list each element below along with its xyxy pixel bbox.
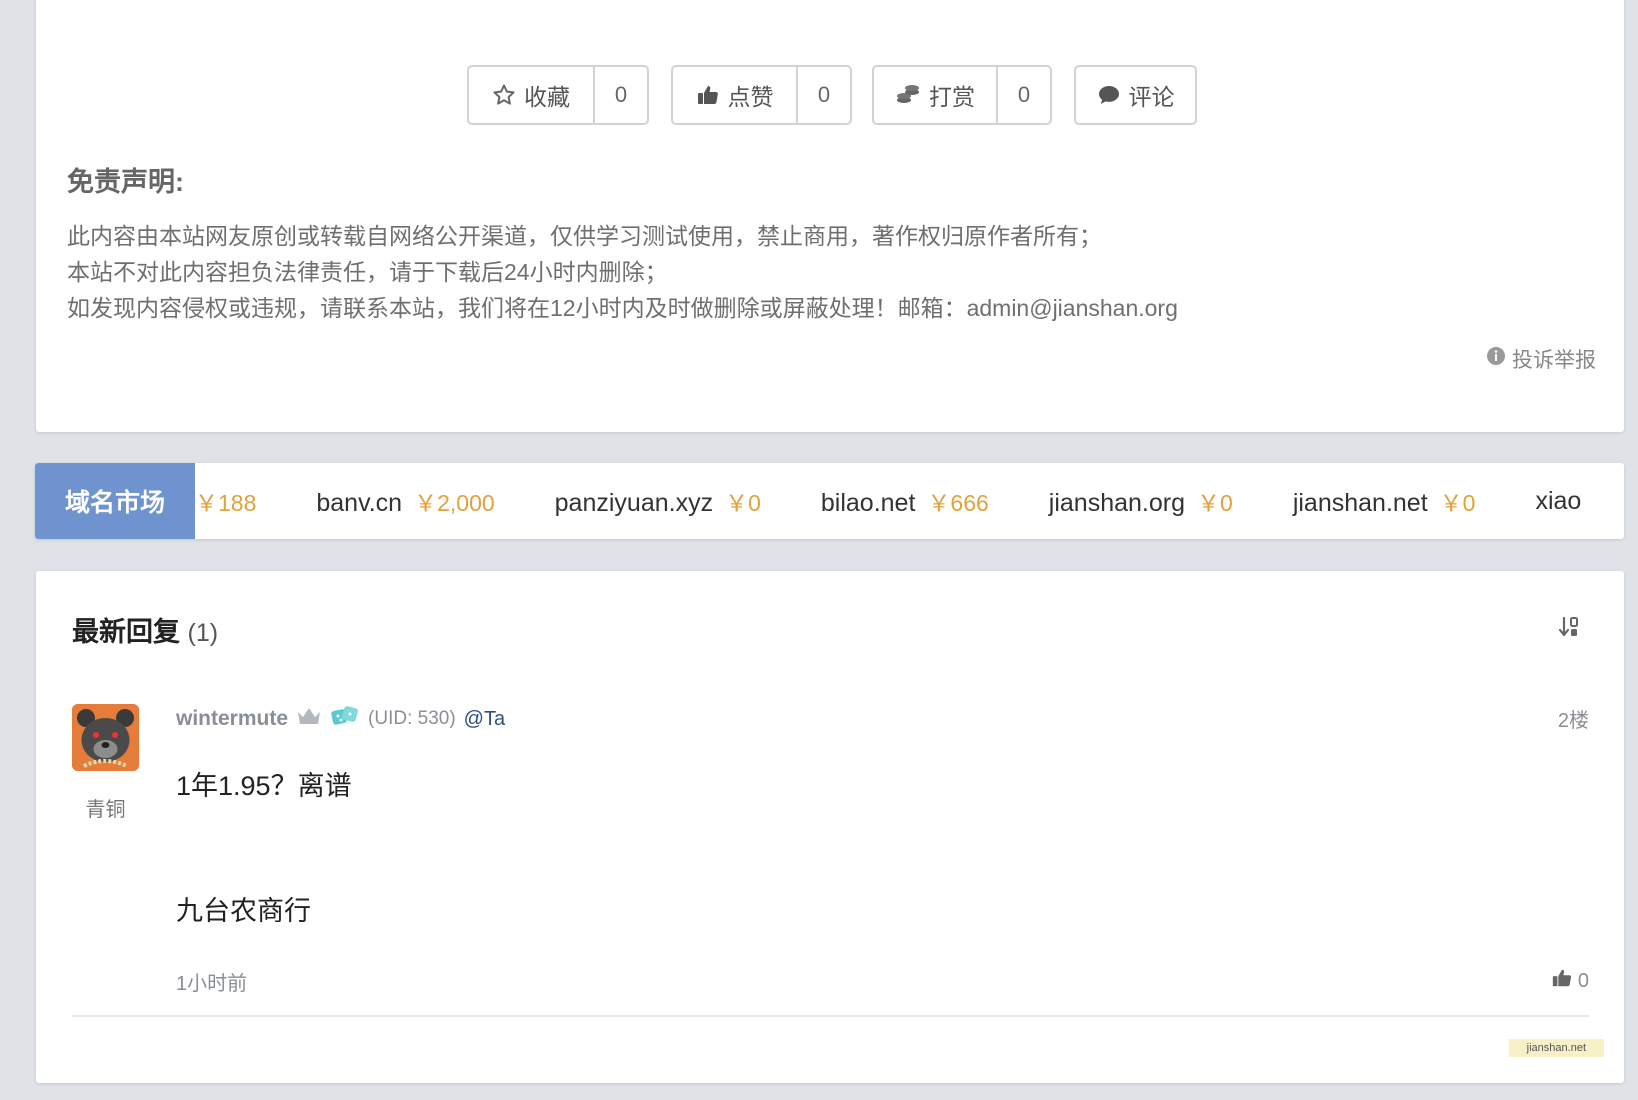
favorite-main[interactable]: 收藏 bbox=[469, 67, 593, 123]
report-link[interactable]: 投诉举报 bbox=[1486, 344, 1596, 374]
domain-price: ￥2,000 bbox=[414, 490, 495, 516]
star-icon bbox=[492, 83, 516, 107]
speech-bubble-icon bbox=[1097, 83, 1121, 107]
like-main[interactable]: 点赞 bbox=[673, 67, 796, 123]
comment-button[interactable]: 评论 bbox=[1074, 65, 1197, 125]
disclaimer-line: 本站不对此内容担负法律责任，请于下载后24小时内删除； bbox=[67, 259, 668, 285]
info-icon bbox=[1486, 346, 1506, 372]
replies-count: (1) bbox=[187, 619, 219, 647]
domain-item[interactable]: xiao bbox=[1535, 487, 1581, 516]
domain-item[interactable]: banv.cn ￥2,000 bbox=[316, 484, 494, 518]
avatar[interactable] bbox=[72, 704, 139, 771]
like-count: 0 bbox=[796, 67, 850, 123]
user-uid: (UID: 530) bbox=[368, 708, 456, 729]
tip-label: 打赏 bbox=[929, 84, 975, 110]
reply-like-count: 0 bbox=[1577, 969, 1589, 992]
coins-icon bbox=[895, 83, 921, 107]
domain-name: panziyuan.xyz bbox=[554, 489, 714, 517]
user-rank: 青铜 bbox=[85, 799, 126, 821]
domain-item[interactable]: ￥188 bbox=[195, 484, 256, 518]
reply-user-line: wintermute (UID: 530) @Ta bbox=[176, 704, 505, 734]
disclaimer-title: 免责声明: bbox=[67, 167, 184, 197]
domain-price: ￥666 bbox=[927, 490, 989, 516]
domain-name: xiao bbox=[1535, 486, 1582, 515]
replies-card: 最新回复 (1) 青铜 wintermute (UID: 530) @Ta 2楼… bbox=[36, 571, 1624, 1083]
watermark: jianshan.net bbox=[1508, 1039, 1604, 1057]
thumbs-up-icon bbox=[696, 83, 720, 107]
like-button[interactable]: 点赞 0 bbox=[671, 65, 852, 125]
reply-content-line: 九台农商行 bbox=[176, 896, 311, 926]
domain-name: banv.cn bbox=[316, 489, 403, 517]
domain-ticker: ￥188 banv.cn ￥2,000 panziyuan.xyz ￥0 bil… bbox=[195, 463, 1624, 539]
domain-market-label: 域名市场 bbox=[35, 463, 195, 539]
like-label: 点赞 bbox=[727, 84, 774, 110]
floor-number: 2楼 bbox=[1557, 710, 1589, 732]
comment-label: 评论 bbox=[1128, 84, 1175, 110]
domain-price: ￥0 bbox=[1439, 490, 1476, 516]
reply-divider bbox=[72, 1015, 1589, 1017]
article-footer-card: 收藏 0 点赞 0 打赏 0 评论 免责声明: 此内容由本站网友原创或转载自网络… bbox=[36, 0, 1624, 432]
replies-title-text: 最新回复 bbox=[72, 617, 180, 647]
comment-main[interactable]: 评论 bbox=[1076, 67, 1195, 123]
reply-content-line: 1年1.95？离谱 bbox=[176, 771, 352, 801]
domain-name: jianshan.net bbox=[1292, 489, 1428, 517]
disclaimer-text: 此内容由本站网友原创或转载自网络公开渠道，仅供学习测试使用，禁止商用，著作权归原… bbox=[67, 218, 1178, 326]
domain-item[interactable]: panziyuan.xyz ￥0 bbox=[555, 484, 761, 518]
domain-item[interactable]: bilao.net ￥666 bbox=[821, 484, 989, 518]
dice-icon bbox=[330, 704, 360, 734]
domain-item[interactable]: jianshan.net ￥0 bbox=[1293, 484, 1476, 518]
domain-price: ￥0 bbox=[1197, 490, 1233, 516]
tip-button[interactable]: 打赏 0 bbox=[872, 65, 1052, 125]
crown-icon bbox=[296, 706, 322, 732]
favorite-count: 0 bbox=[593, 67, 647, 123]
domain-name: jianshan.org bbox=[1048, 489, 1186, 517]
replies-title: 最新回复 (1) bbox=[72, 610, 218, 649]
domain-item[interactable]: jianshan.org ￥0 bbox=[1049, 484, 1233, 518]
domain-price: ￥0 bbox=[725, 490, 761, 516]
domain-market-bar: 域名市场 ￥188 banv.cn ￥2,000 panziyuan.xyz ￥… bbox=[35, 463, 1624, 539]
domain-name: bilao.net bbox=[820, 489, 916, 517]
tip-count: 0 bbox=[996, 67, 1050, 123]
mention-link[interactable]: @Ta bbox=[464, 708, 505, 731]
favorite-label: 收藏 bbox=[524, 84, 570, 110]
sort-icon[interactable] bbox=[1558, 615, 1580, 644]
domain-price: ￥188 bbox=[195, 490, 257, 516]
disclaimer-line: 如发现内容侵权或违规，请联系本站，我们将在12小时内及时做删除或屏蔽处理！邮箱：… bbox=[67, 295, 1178, 321]
reply-time: 1小时前 bbox=[176, 973, 248, 995]
tip-main[interactable]: 打赏 bbox=[874, 67, 996, 123]
favorite-button[interactable]: 收藏 0 bbox=[467, 65, 649, 125]
thumbs-up-icon bbox=[1550, 967, 1574, 995]
report-label: 投诉举报 bbox=[1512, 349, 1596, 372]
action-row: 收藏 0 点赞 0 打赏 0 评论 bbox=[36, 65, 1624, 125]
username[interactable]: wintermute bbox=[176, 707, 288, 731]
reply-like-button[interactable]: 0 bbox=[1550, 967, 1589, 995]
disclaimer-line: 此内容由本站网友原创或转载自网络公开渠道，仅供学习测试使用，禁止商用，著作权归原… bbox=[67, 223, 1102, 249]
